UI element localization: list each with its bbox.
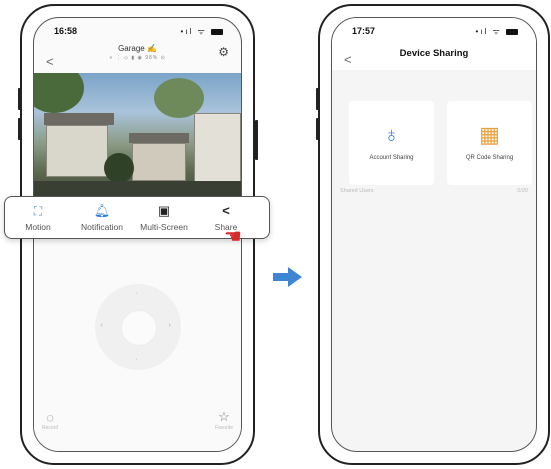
tree-shape xyxy=(104,153,134,183)
user-icon: ♁ xyxy=(383,122,400,147)
status-time: 17:57 xyxy=(352,26,376,36)
shared-users-count: 0/20 xyxy=(517,188,528,194)
qr-code-icon: ▦ xyxy=(479,122,500,147)
roof-shape xyxy=(129,133,189,143)
house-shape xyxy=(46,125,108,177)
battery-icon xyxy=(211,28,223,35)
favorite-label: Favorite xyxy=(214,425,233,431)
battery-icon xyxy=(506,28,518,35)
multi-screen-icon: ▣ xyxy=(157,203,171,218)
camera-status: ⋄ ⋮ ◇ ▮ ◉ 98% ⊙ xyxy=(109,55,166,61)
gear-icon[interactable]: ⚙ xyxy=(218,45,229,59)
share-icon: < xyxy=(222,203,230,218)
arrow-right-icon xyxy=(288,267,302,287)
notification-label: Notification xyxy=(80,222,124,232)
motion-button[interactable]: ⛶ Motion xyxy=(7,203,69,232)
shared-users-label: Shared Users xyxy=(340,188,374,194)
house-shape xyxy=(194,113,241,185)
camera-title: Garage ✍ xyxy=(118,44,157,53)
tree-shape xyxy=(154,78,204,118)
account-sharing-label: Account Sharing xyxy=(369,155,414,161)
ptz-center[interactable] xyxy=(120,310,157,346)
ptz-up-icon[interactable]: · xyxy=(136,290,138,297)
ptz-left-icon[interactable]: ‹ xyxy=(101,322,103,329)
record-icon: ◌ xyxy=(46,410,54,425)
right-phone-screen: 17:57 •ıl ᯤ < Device Sharing ♁ Account S… xyxy=(331,17,537,452)
roof-shape xyxy=(44,113,114,125)
record-tool[interactable]: ◌ Record xyxy=(42,410,58,431)
house-shape xyxy=(132,143,186,181)
ptz-down-icon[interactable]: · xyxy=(136,356,138,363)
status-time: 16:58 xyxy=(54,26,78,36)
ptz-right-icon[interactable]: › xyxy=(169,322,171,329)
status-icons: •ıl ᯤ xyxy=(180,26,223,37)
bell-icon: 🔔︎ xyxy=(93,203,111,218)
motion-label: Motion xyxy=(25,222,51,232)
qr-code-sharing-card[interactable]: ▦ QR Code Sharing xyxy=(447,101,532,185)
arrow-shaft xyxy=(273,273,289,281)
notification-button[interactable]: 🔔︎ Notification xyxy=(71,203,133,232)
status-bar: 16:58 •ıl ᯤ xyxy=(34,18,241,40)
power-button xyxy=(255,120,258,160)
status-icons: •ıl ᯤ xyxy=(475,26,518,37)
page-title: Device Sharing xyxy=(399,48,469,59)
favorite-icon: ☆ xyxy=(218,409,230,424)
live-video[interactable] xyxy=(34,73,241,203)
pointer-hand-icon: ☚ xyxy=(224,226,242,248)
record-label: Record xyxy=(42,425,59,431)
qr-code-sharing-label: QR Code Sharing xyxy=(465,155,514,161)
signal-icon: •ıl ᯤ xyxy=(180,27,207,36)
ptz-joystick[interactable]: · · ‹ › xyxy=(94,284,181,370)
signal-icon: •ıl ᯤ xyxy=(475,27,502,36)
account-sharing-card[interactable]: ♁ Account Sharing xyxy=(349,101,434,185)
tree-shape xyxy=(34,73,84,113)
right-phone-frame: 17:57 •ıl ᯤ < Device Sharing ♁ Account S… xyxy=(318,4,550,465)
status-bar: 17:57 •ıl ᯤ xyxy=(332,18,536,40)
motion-icon: ⛶ xyxy=(33,204,43,218)
multi-screen-button[interactable]: ▣ Multi-Screen xyxy=(133,203,195,232)
multi-screen-label: Multi-Screen xyxy=(140,222,188,232)
favorite-tool[interactable]: ☆ Favorite xyxy=(215,409,233,431)
control-area: · · ‹ › ◌ Record ☆ Favorite xyxy=(34,203,241,451)
